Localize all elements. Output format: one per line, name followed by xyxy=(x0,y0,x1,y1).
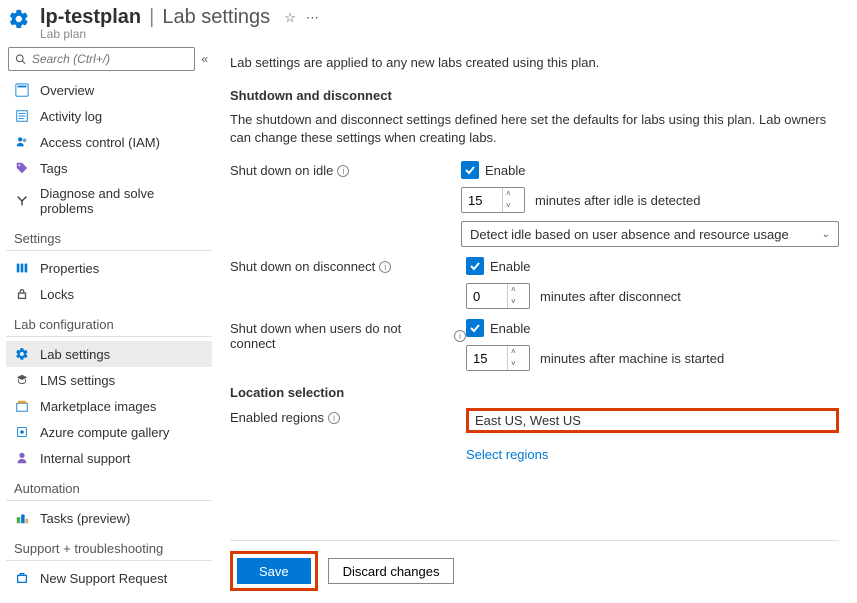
sidebar-item-locks[interactable]: Locks xyxy=(6,281,212,307)
idle-mode-dropdown[interactable]: Detect idle based on user absence and re… xyxy=(461,221,839,247)
page-title-main: lp-testplan xyxy=(40,6,141,29)
sidebar-section-header: Lab configuration xyxy=(6,307,212,337)
collapse-sidebar-icon[interactable]: « xyxy=(201,52,208,66)
idle-label: Shut down on idlei xyxy=(230,161,461,178)
noconnect-minutes-input[interactable]: ˄˅ xyxy=(466,345,530,371)
idle-suffix: minutes after idle is detected xyxy=(535,193,700,208)
shutdown-section-title: Shutdown and disconnect xyxy=(230,88,839,103)
sidebar-item-access-control-iam-[interactable]: Access control (IAM) xyxy=(6,129,212,155)
noconnect-label: Shut down when users do not connecti xyxy=(230,319,466,351)
activity-icon xyxy=(14,108,30,124)
sidebar-item-marketplace-images[interactable]: Marketplace images xyxy=(6,393,212,419)
info-icon[interactable]: i xyxy=(328,412,340,424)
locks-icon xyxy=(14,286,30,302)
resource-type-label: Lab plan xyxy=(40,27,319,41)
sidebar-item-label: Diagnose and solve problems xyxy=(40,186,204,216)
chevron-down-icon: ⌄ xyxy=(822,229,830,240)
page-header: lp-testplan | Lab settings ☆ ⋯ Lab plan xyxy=(0,0,857,41)
spinner-up-icon[interactable]: ˄ xyxy=(503,188,514,200)
noconnect-enable-checkbox[interactable] xyxy=(466,319,484,337)
sidebar-section-header: Automation xyxy=(6,471,212,501)
sidebar-section-header: Settings xyxy=(6,221,212,251)
sidebar-item-overview[interactable]: Overview xyxy=(6,77,212,103)
sidebar-item-label: Marketplace images xyxy=(40,399,156,414)
save-button[interactable]: Save xyxy=(237,558,311,584)
sidebar-item-new-support-request[interactable]: New Support Request xyxy=(6,565,212,591)
discard-button[interactable]: Discard changes xyxy=(328,558,455,584)
sidebar-item-label: Tasks (preview) xyxy=(40,511,130,526)
regions-label: Enabled regionsi xyxy=(230,408,466,425)
idle-minutes-input[interactable]: ˄˅ xyxy=(461,187,525,213)
labplan-icon xyxy=(8,8,30,30)
sidebar: « Overview Activity log Access control (IA… xyxy=(0,41,212,603)
sidebar-item-tags[interactable]: Tags xyxy=(6,155,212,181)
info-icon[interactable]: i xyxy=(454,330,466,342)
support-icon xyxy=(14,450,30,466)
favorite-icon[interactable]: ☆ xyxy=(284,10,296,26)
sidebar-item-label: LMS settings xyxy=(40,373,115,388)
lms-icon xyxy=(14,372,30,388)
intro-text: Lab settings are applied to any new labs… xyxy=(230,55,839,70)
sidebar-item-activity-log[interactable]: Activity log xyxy=(6,103,212,129)
idle-enable-checkbox[interactable] xyxy=(461,161,479,179)
tasks-icon xyxy=(14,510,30,526)
gear-icon xyxy=(14,346,30,362)
compute-icon xyxy=(14,424,30,440)
sidebar-item-label: New Support Request xyxy=(40,571,167,586)
sidebar-item-azure-compute-gallery[interactable]: Azure compute gallery xyxy=(6,419,212,445)
diagnose-icon xyxy=(14,193,30,209)
access-icon xyxy=(14,134,30,150)
shutdown-section-desc: The shutdown and disconnect settings def… xyxy=(230,111,839,147)
sidebar-item-diagnose-and-solve-problems[interactable]: Diagnose and solve problems xyxy=(6,181,212,221)
search-box[interactable] xyxy=(8,47,195,71)
sidebar-item-internal-support[interactable]: Internal support xyxy=(6,445,212,471)
sidebar-item-label: Access control (IAM) xyxy=(40,135,160,150)
market-icon xyxy=(14,398,30,414)
props-icon xyxy=(14,260,30,276)
disconnect-minutes-input[interactable]: ˄˅ xyxy=(466,283,530,309)
disconnect-label: Shut down on disconnecti xyxy=(230,257,466,274)
main-panel: Lab settings are applied to any new labs… xyxy=(212,41,857,603)
more-icon[interactable]: ⋯ xyxy=(306,10,319,26)
sidebar-item-label: Activity log xyxy=(40,109,102,124)
sidebar-item-lab-settings[interactable]: Lab settings xyxy=(6,341,212,367)
sidebar-item-label: Properties xyxy=(40,261,99,276)
location-section-title: Location selection xyxy=(230,385,839,400)
sidebar-item-label: Tags xyxy=(40,161,67,176)
spinner-down-icon[interactable]: ˅ xyxy=(503,200,514,212)
regions-value: East US, West US xyxy=(466,408,839,433)
sidebar-item-label: Overview xyxy=(40,83,94,98)
overview-icon xyxy=(14,82,30,98)
sidebar-item-label: Internal support xyxy=(40,451,130,466)
tags-icon xyxy=(14,160,30,176)
search-icon xyxy=(15,53,26,65)
sidebar-item-lms-settings[interactable]: LMS settings xyxy=(6,367,212,393)
newreq-icon xyxy=(14,570,30,586)
select-regions-link[interactable]: Select regions xyxy=(466,447,839,462)
sidebar-item-properties[interactable]: Properties xyxy=(6,255,212,281)
footer-bar: Save Discard changes xyxy=(230,540,839,591)
sidebar-item-label: Azure compute gallery xyxy=(40,425,169,440)
sidebar-item-label: Locks xyxy=(40,287,74,302)
info-icon[interactable]: i xyxy=(379,261,391,273)
info-icon[interactable]: i xyxy=(337,165,349,177)
search-input[interactable] xyxy=(32,52,188,66)
disconnect-enable-checkbox[interactable] xyxy=(466,257,484,275)
sidebar-item-label: Lab settings xyxy=(40,347,110,362)
sidebar-item-tasks-preview-[interactable]: Tasks (preview) xyxy=(6,505,212,531)
sidebar-section-header: Support + troubleshooting xyxy=(6,531,212,561)
enable-label: Enable xyxy=(485,163,525,178)
page-title-section: Lab settings xyxy=(162,6,270,29)
